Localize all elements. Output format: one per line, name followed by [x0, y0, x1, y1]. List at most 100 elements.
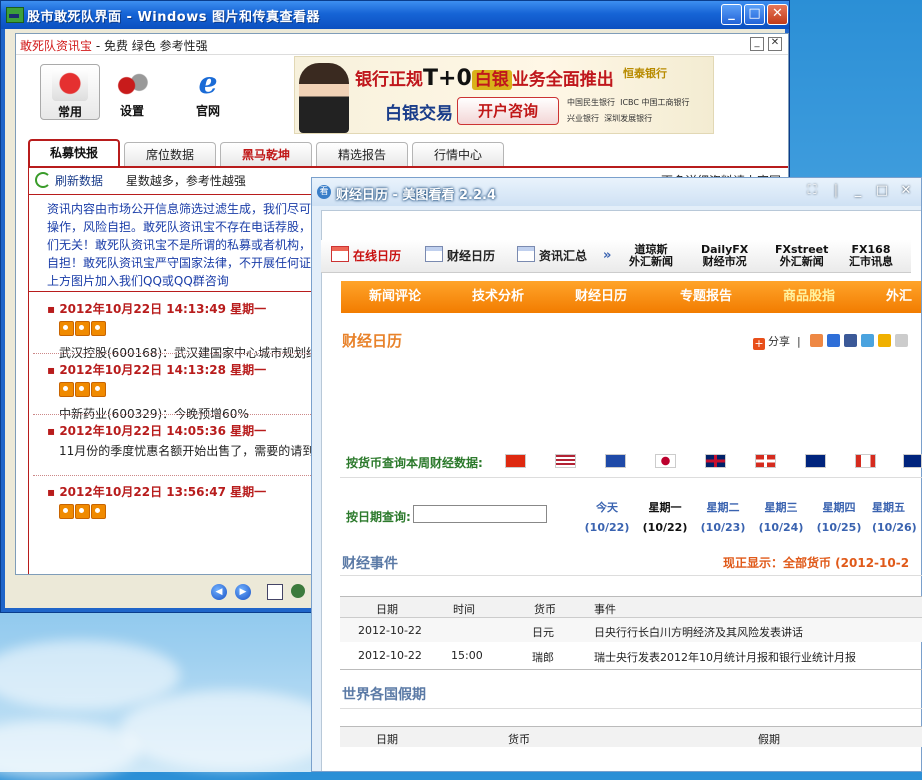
flag-jpy-icon[interactable]	[655, 454, 676, 468]
menu-finance-calendar[interactable]: 财经日历	[575, 281, 627, 313]
bank-mark: 恒泰银行	[623, 67, 667, 80]
currency-query-label: 按货币查询本周财经数据:	[346, 456, 483, 470]
toolbar-website-button[interactable]: e 官网	[178, 64, 238, 120]
viewer-maximize-button[interactable]: □	[874, 184, 890, 198]
menu-forex[interactable]: 外汇	[886, 281, 912, 313]
close-button[interactable]: ✕	[767, 4, 788, 25]
flag-aud-icon[interactable]	[805, 454, 826, 468]
day-tuesday[interactable]: 星期二 (10/23)	[698, 498, 748, 538]
app-title-bar: 敢死队资讯宝 - 免费 绿色 参考性强 _ ✕	[16, 34, 788, 55]
title-separator: |	[833, 183, 839, 198]
news-item[interactable]: ▪ 2012年10月22日 14:13:49 星期一 武汉控股(600168)：…	[29, 292, 330, 360]
menu-special-report[interactable]: 专题报告	[680, 281, 732, 313]
picture-viewer-icon	[6, 7, 24, 23]
tab-news-summary[interactable]: 资讯汇总	[517, 240, 587, 272]
meitu-icon: 看	[317, 185, 331, 199]
more-tabs-arrow[interactable]: »	[603, 240, 611, 272]
banner-headline: 银行正规T+0 白银 业务全面推出	[355, 66, 614, 91]
news-item[interactable]: ▪ 2012年10月22日 14:05:36 星期一 11月份的季度忧惠名额开始…	[29, 414, 338, 476]
tab-selected-reports[interactable]: 精选报告	[316, 142, 408, 166]
ie-icon: e	[198, 66, 218, 101]
flag-nzd-icon[interactable]	[903, 454, 922, 468]
banner-consult-button[interactable]: 开户咨询	[457, 97, 559, 125]
day-wednesday[interactable]: 星期三 (10/24)	[756, 498, 806, 538]
calendar-source-tabs: 在线日历 财经日历 资讯汇总 » 道琼斯 外汇新闻 DailyFX 财经市况 FXs…	[321, 240, 911, 273]
news-item[interactable]: ▪ 2012年10月22日 13:56:47 星期一	[29, 475, 329, 525]
viewer-minimize-button[interactable]: _	[850, 184, 866, 198]
rating-stars	[59, 504, 107, 522]
tab-online-calendar[interactable]: 在线日历	[331, 240, 401, 272]
day-thursday[interactable]: 星期四 (10/25)	[814, 498, 864, 538]
current-display-text: 现正显示：全部货币 (2012-10-2	[723, 556, 910, 570]
calendar-icon	[517, 246, 535, 262]
date-query-input[interactable]	[413, 505, 547, 523]
tab-seat-data[interactable]: 席位数据	[124, 142, 216, 166]
next-image-button[interactable]: ▶	[235, 584, 251, 600]
table-row[interactable]: 2012-10-22 15:00 瑞郎 瑞士央行发表2012年10月统计月报和银…	[340, 643, 922, 667]
flag-cny-icon[interactable]	[505, 454, 526, 468]
toolbar-common-button[interactable]: 常用	[40, 64, 100, 120]
actual-size-icon[interactable]	[291, 584, 305, 598]
day-friday[interactable]: 星期五 (10/26)	[872, 498, 922, 538]
news-item[interactable]: ▪ 2012年10月22日 14:13:28 星期一 中新药业(600329)：…	[29, 353, 329, 421]
star-hint: 星数越多，参考性越强	[125, 174, 246, 188]
app-brand: 敢死队资讯宝 - 免费 绿色 参考性强	[20, 39, 208, 53]
toolbar-settings-button[interactable]: 设置	[102, 64, 162, 120]
facebook-icon[interactable]	[844, 334, 857, 347]
social-icon-1[interactable]	[810, 334, 823, 347]
tab-dailyfx[interactable]: DailyFX 财经市况	[701, 244, 748, 268]
fullscreen-icon[interactable]: ⛶	[804, 184, 820, 198]
social-icon-5[interactable]	[878, 334, 891, 347]
menu-commodity-index[interactable]: 商品股指	[783, 281, 835, 313]
twitter-icon[interactable]	[861, 334, 874, 347]
holiday-table-header: 日期 货币 假期	[340, 726, 922, 747]
common-icon	[52, 69, 88, 101]
tab-private-news[interactable]: 私募快报	[28, 139, 120, 167]
viewer-title: 财经日历 - 美图看看 2.2.4	[336, 188, 496, 203]
share-button[interactable]: + 分享 |	[753, 333, 801, 350]
table-row[interactable]: 2012-10-22 日元 日央行行长白川方明经济及其风险发表讲话	[340, 618, 922, 642]
refresh-button[interactable]: 刷新数据	[55, 174, 103, 188]
flag-eur-icon[interactable]	[605, 454, 626, 468]
menu-news-comment[interactable]: 新闻评论	[369, 281, 421, 313]
tab-fx168[interactable]: FX168 汇市讯息	[849, 244, 893, 268]
events-title: 财经事件	[342, 556, 398, 572]
calendar-icon	[331, 246, 349, 262]
refresh-icon[interactable]	[35, 172, 51, 188]
viewer-titlebar[interactable]: 看 财经日历 - 美图看看 2.2.4 ⛶ | _ □ ✕	[312, 178, 921, 206]
flag-gbp-icon[interactable]	[705, 454, 726, 468]
app-close-button[interactable]: ✕	[768, 37, 782, 51]
flag-cad-icon[interactable]	[855, 454, 876, 468]
tab-dowjones[interactable]: 道琼斯 外汇新闻	[629, 244, 673, 268]
app-minimize-button[interactable]: _	[750, 37, 764, 51]
refresh-row: 刷新数据 星数越多，参考性越强	[35, 172, 246, 192]
window-title: 股市敢死队界面 - Windows 图片和传真查看器	[27, 10, 321, 25]
viewer-close-button[interactable]: ✕	[898, 184, 914, 198]
tab-finance-calendar[interactable]: 财经日历	[425, 240, 495, 272]
flag-usd-icon[interactable]	[555, 454, 576, 468]
rating-stars	[59, 321, 107, 339]
tab-dark-horse[interactable]: 黑马乾坤	[220, 142, 312, 166]
social-icon-2[interactable]	[827, 334, 840, 347]
flag-chf-icon[interactable]	[755, 454, 776, 468]
day-today[interactable]: 今天 (10/22)	[582, 498, 632, 538]
email-icon[interactable]	[895, 334, 908, 347]
table-header: 日期 时间 货币 事件	[340, 596, 922, 618]
date-query-label: 按日期查询:	[346, 510, 411, 524]
minimize-button[interactable]: _	[721, 4, 742, 25]
menu-technical-analysis[interactable]: 技术分析	[472, 281, 524, 313]
previous-image-button[interactable]: ◀	[211, 584, 227, 600]
desktop-cloud	[0, 640, 180, 710]
window-titlebar[interactable]: 股市敢死队界面 - Windows 图片和传真查看器 _ □ ✕	[1, 1, 789, 29]
tab-market-center[interactable]: 行情中心	[412, 142, 504, 166]
best-fit-icon[interactable]	[267, 584, 283, 600]
desktop-cloud	[120, 690, 340, 770]
holidays-title: 世界各国假期	[342, 687, 426, 703]
page-title: 财经日历	[342, 332, 403, 350]
tab-fxstreet[interactable]: FXstreet 外汇新闻	[775, 244, 828, 268]
maximize-button[interactable]: □	[744, 4, 765, 25]
day-monday[interactable]: 星期一 (10/22)	[640, 498, 690, 538]
silver-trading-banner[interactable]: 银行正规T+0 白银 业务全面推出 恒泰银行 白银交易 开户咨询 中国民生银行 IC…	[294, 56, 714, 134]
banner-person-image	[299, 63, 349, 133]
section-menu: 新闻评论 技术分析 财经日历 专题报告 商品股指 外汇	[341, 281, 921, 313]
